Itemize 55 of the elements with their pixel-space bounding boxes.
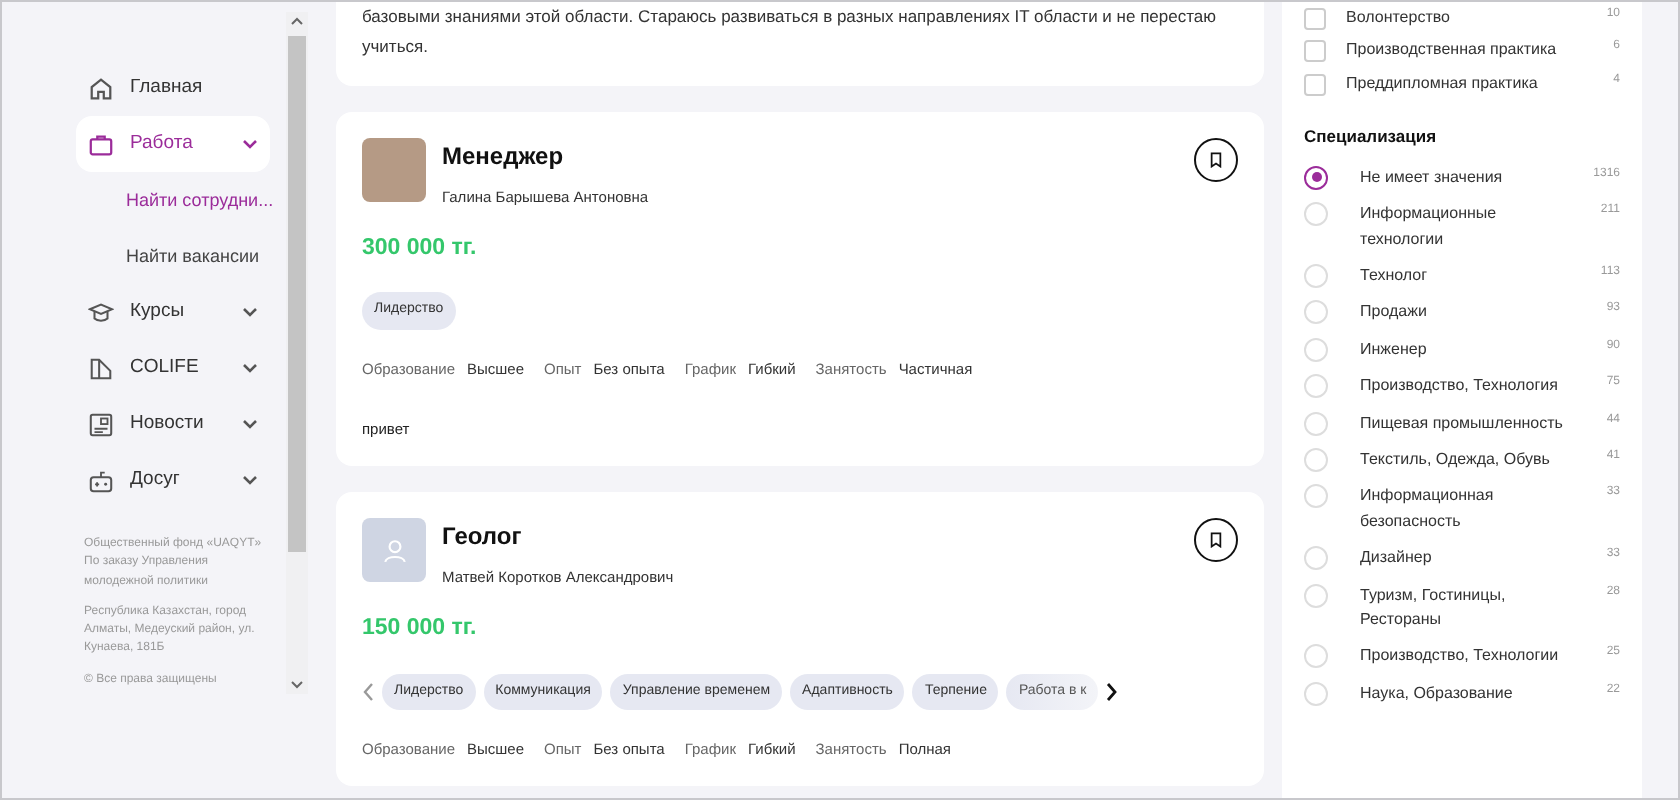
radio-label: Текстиль, Одежда, Обувь [1358, 448, 1552, 473]
checkbox[interactable] [1304, 73, 1326, 96]
chevron-down-icon [242, 416, 258, 432]
nav-item[interactable]: Курсы [76, 284, 270, 340]
checkbox-label: Производственная практика [1346, 38, 1559, 63]
radio-button[interactable] [1304, 165, 1328, 190]
scroll-up-icon[interactable] [290, 16, 304, 26]
building-icon [88, 355, 114, 381]
scrollbar-thumb[interactable] [288, 35, 306, 551]
vacancy-title: Геолог [442, 520, 524, 555]
submenu-link[interactable]: Найти сотрудни... [76, 172, 270, 228]
radio-label: Не имеет значения [1358, 165, 1505, 190]
radio-label: Дизайнер [1358, 546, 1434, 571]
person-icon [381, 537, 407, 564]
section-heading: Специализация [1304, 124, 1439, 150]
radio-label: Информационная безопасность [1358, 484, 1496, 534]
checkbox[interactable] [1304, 40, 1326, 63]
scrollbar[interactable] [286, 12, 308, 694]
radio-label: Продажи [1358, 300, 1429, 325]
home-icon [88, 75, 114, 101]
chevron-down-icon [242, 360, 258, 376]
radio-label: Производство, Технология [1358, 374, 1560, 399]
bookmark-button[interactable] [1194, 137, 1238, 182]
submenu-link[interactable]: Найти вакансии [76, 228, 270, 284]
checkbox-label: Волонтерство [1346, 6, 1452, 30]
bookmark-icon [1208, 151, 1224, 168]
nav-item[interactable]: Новости [76, 396, 270, 452]
radio-label: Производство, Технологии [1358, 644, 1561, 669]
radio-label: Пищевая промышленность [1358, 411, 1565, 436]
nav-item[interactable]: Работа [76, 116, 270, 172]
radio-label: Информационные технологии [1358, 202, 1499, 252]
chevron-down-icon [242, 472, 258, 488]
vacancy-title: Менеджер [442, 139, 566, 174]
nav-item[interactable]: COLIFE [76, 340, 270, 396]
newspaper-icon [88, 411, 114, 437]
radio-label: Наука, Образование [1358, 681, 1515, 706]
checkbox[interactable] [1304, 8, 1326, 30]
bookmark-icon [1208, 532, 1224, 549]
radio-label: Туризм, Гостиницы, Рестораны [1358, 583, 1508, 632]
salary: 150 000 тг. [362, 614, 479, 645]
checkbox-label: Преддипломная практика [1346, 71, 1540, 96]
chevron-down-icon [242, 136, 258, 152]
bookmark-button[interactable] [1194, 518, 1238, 563]
radio-label: Инженер [1358, 337, 1429, 362]
briefcase-icon [88, 131, 114, 157]
gamepad-icon [88, 467, 114, 493]
intro-text: базовыми знаниями этой области. Стараюсь развиваться в разных направлениях IT области и не перестаю учиться. [362, 4, 1219, 60]
chevron-down-icon [242, 304, 258, 320]
nav-item[interactable]: Досуг [76, 452, 270, 508]
scroll-down-icon[interactable] [290, 680, 304, 690]
chevron-right-icon [1106, 681, 1119, 702]
nav-item[interactable]: Главная [76, 60, 270, 116]
radio-label: Технолог [1358, 264, 1430, 289]
salary: 300 000 тг. [362, 234, 479, 264]
graduation-cap-icon [88, 299, 114, 325]
